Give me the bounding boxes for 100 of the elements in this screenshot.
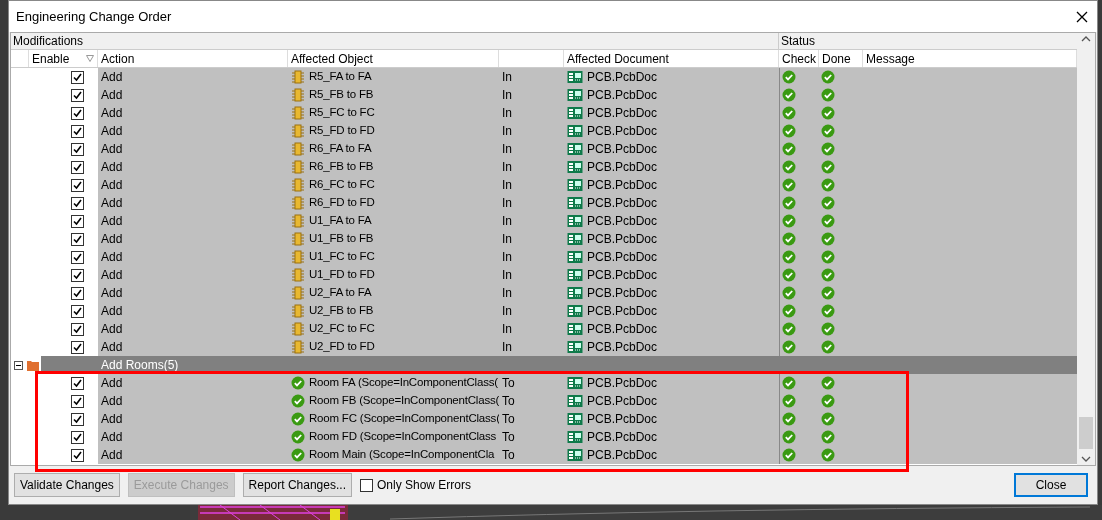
checkbox[interactable] bbox=[71, 412, 84, 426]
checkbox[interactable] bbox=[71, 286, 84, 300]
header-group-label: Modifications bbox=[13, 33, 84, 50]
column-header[interactable]: Action bbox=[101, 49, 135, 68]
checkbox[interactable] bbox=[71, 106, 84, 120]
table-cell: Add bbox=[101, 430, 123, 444]
column-header[interactable]: Message bbox=[866, 49, 915, 68]
table-cell: Add bbox=[101, 250, 123, 264]
action-button[interactable]: Validate Changes bbox=[14, 473, 120, 497]
table-cell-text: PCB.PcbDoc bbox=[587, 303, 658, 320]
table-cell: Add bbox=[101, 376, 123, 390]
column-header[interactable]: Done bbox=[822, 49, 851, 68]
check-circle-icon bbox=[291, 412, 305, 426]
table-cell-text: U1_FD to FD bbox=[309, 267, 375, 283]
table-cell-text: PCB.PcbDoc bbox=[587, 231, 658, 248]
component-icon bbox=[291, 322, 305, 336]
component-icon bbox=[291, 88, 305, 102]
table-cell-text: PCB.PcbDoc bbox=[587, 339, 658, 356]
scrollbar[interactable] bbox=[1077, 33, 1095, 465]
table-cell: To bbox=[502, 376, 515, 390]
checkbox[interactable] bbox=[359, 478, 373, 492]
column-header[interactable]: Enable bbox=[32, 49, 70, 68]
table-cell: In bbox=[502, 106, 512, 120]
checkbox[interactable] bbox=[71, 214, 84, 228]
checkbox[interactable] bbox=[71, 124, 84, 138]
table-cell-text: Room Main (Scope=InComponentCla bbox=[309, 447, 495, 463]
checkbox-label: Only Show Errors bbox=[376, 477, 471, 494]
checkbox[interactable] bbox=[71, 448, 84, 462]
column-header[interactable]: Check bbox=[782, 49, 816, 68]
checkbox[interactable] bbox=[71, 232, 84, 246]
table-cell-text: PCB.PcbDoc bbox=[587, 321, 658, 338]
table-cell: In bbox=[502, 214, 512, 228]
checkbox[interactable] bbox=[71, 268, 84, 282]
table-cell-text: PCB.PcbDoc bbox=[587, 69, 658, 86]
pcb-document-icon bbox=[567, 214, 583, 228]
table-cell-text: PCB.PcbDoc bbox=[587, 105, 658, 122]
table-cell: In bbox=[502, 268, 512, 282]
table-cell-text: U1_FC to FC bbox=[309, 249, 375, 265]
pcb-document-icon bbox=[567, 178, 583, 192]
scroll-thumb[interactable] bbox=[1079, 417, 1093, 449]
component-icon bbox=[291, 304, 305, 318]
checkbox[interactable] bbox=[71, 142, 84, 156]
table-cell: In bbox=[502, 232, 512, 246]
pcb-document-icon bbox=[567, 250, 583, 264]
table-cell-text: U2_FA to FA bbox=[309, 285, 372, 301]
table-cell: In bbox=[502, 286, 512, 300]
checkbox[interactable] bbox=[71, 250, 84, 264]
table-cell-text: PCB.PcbDoc bbox=[587, 447, 658, 464]
header-group-label: Status bbox=[781, 33, 816, 50]
scroll-up-icon[interactable] bbox=[1081, 35, 1091, 43]
table-cell-text: PCB.PcbDoc bbox=[587, 123, 658, 140]
check-circle-icon bbox=[291, 376, 305, 390]
pcb-document-icon bbox=[567, 70, 583, 84]
table-cell: Add bbox=[101, 412, 123, 426]
component-icon bbox=[291, 124, 305, 138]
checkbox[interactable] bbox=[71, 394, 84, 408]
table-cell: Add bbox=[101, 178, 123, 192]
close-icon[interactable] bbox=[1076, 10, 1088, 23]
table-cell-text: U2_FC to FC bbox=[309, 321, 375, 337]
table-cell-text: PCB.PcbDoc bbox=[587, 375, 658, 392]
pcb-document-icon bbox=[567, 268, 583, 282]
action-button[interactable]: Report Changes... bbox=[242, 473, 352, 497]
pcb-document-icon bbox=[567, 394, 583, 408]
checkbox[interactable] bbox=[71, 340, 84, 354]
table-cell: To bbox=[502, 412, 515, 426]
component-icon bbox=[291, 268, 305, 282]
scroll-down-icon[interactable] bbox=[1081, 455, 1091, 463]
checkbox[interactable] bbox=[71, 304, 84, 318]
pcb-document-icon bbox=[567, 340, 583, 354]
checkbox[interactable] bbox=[71, 196, 84, 210]
table-cell: Add bbox=[101, 142, 123, 156]
collapse-toggle[interactable] bbox=[14, 360, 23, 370]
table-cell-text: R5_FD to FD bbox=[309, 123, 375, 139]
checkbox[interactable] bbox=[71, 88, 84, 102]
filter-icon[interactable] bbox=[86, 55, 94, 62]
column-header[interactable]: Affected Document bbox=[567, 49, 669, 68]
checkbox[interactable] bbox=[71, 178, 84, 192]
component-icon bbox=[291, 70, 305, 84]
table-cell-text: PCB.PcbDoc bbox=[587, 411, 658, 428]
table-cell-text: R5_FC to FC bbox=[309, 105, 375, 121]
component-icon bbox=[291, 232, 305, 246]
table-cell-text: PCB.PcbDoc bbox=[587, 213, 658, 230]
table-cell: Add bbox=[101, 196, 123, 210]
column-header[interactable]: Affected Object bbox=[291, 49, 373, 68]
component-icon bbox=[291, 178, 305, 192]
close-button[interactable]: Close bbox=[1014, 473, 1088, 497]
checkbox[interactable] bbox=[71, 70, 84, 84]
folder-icon bbox=[27, 359, 39, 371]
checkbox[interactable] bbox=[71, 322, 84, 336]
component-icon bbox=[291, 250, 305, 264]
table-cell: In bbox=[502, 178, 512, 192]
group-label: Add Rooms(5) bbox=[101, 357, 179, 374]
checkbox[interactable] bbox=[71, 160, 84, 174]
pcb-document-icon bbox=[567, 142, 583, 156]
checkbox[interactable] bbox=[71, 430, 84, 444]
table-cell: In bbox=[502, 304, 512, 318]
table-cell-text: PCB.PcbDoc bbox=[587, 87, 658, 104]
checkbox[interactable] bbox=[71, 376, 84, 390]
table-cell: To bbox=[502, 394, 515, 408]
table-cell-text: Room FB (Scope=InComponentClass( bbox=[309, 393, 499, 409]
